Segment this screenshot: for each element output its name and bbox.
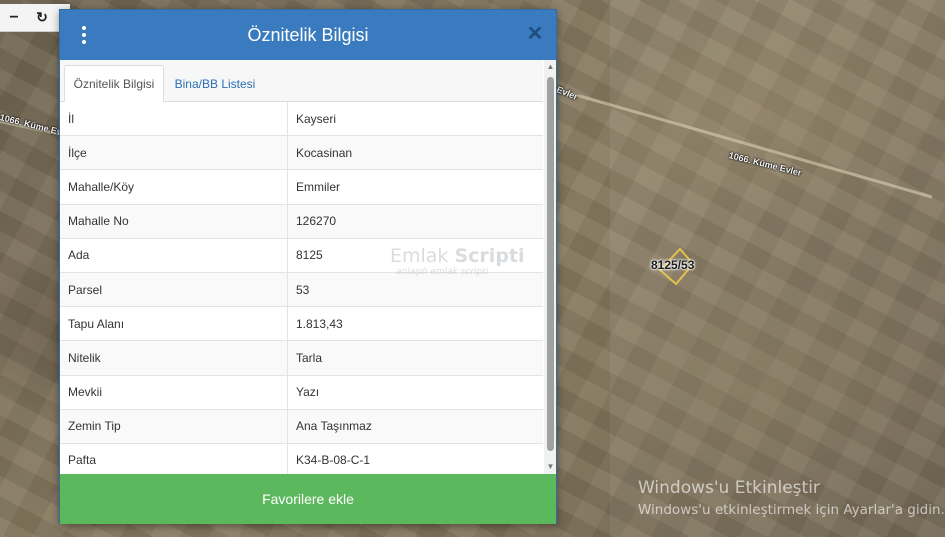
tab-attribute-info[interactable]: Öznitelik Bilgisi — [64, 65, 164, 102]
row-key: Zemin Tip — [60, 409, 288, 443]
table-row: Parsel 53 — [60, 272, 543, 308]
refresh-icon[interactable]: ↻ — [28, 5, 56, 31]
minus-icon[interactable]: − — [0, 5, 28, 31]
table-row: Pafta K34-B-08-C-1 — [60, 443, 543, 474]
row-value: Ana Taşınmaz — [296, 419, 372, 434]
scroll-up-arrow-icon[interactable]: ▲ — [544, 60, 556, 74]
add-to-favorites-button[interactable]: Favorilere ekle — [60, 474, 556, 524]
table-row: İl Kayseri — [60, 102, 543, 137]
row-value: Yazı — [296, 385, 320, 400]
row-key: İl — [60, 102, 288, 136]
row-value: Kayseri — [296, 111, 337, 126]
row-value: 1.813,43 — [296, 316, 343, 331]
row-key: Mahalle No — [60, 204, 288, 238]
windows-activation-watermark: Windows'u Etkinleştir Windows'u etkinleş… — [638, 478, 945, 518]
dialog-body: Öznitelik Bilgisi Bina/BB Listesi İl Kays… — [60, 60, 556, 474]
row-value: Tarla — [296, 350, 323, 365]
table-row: Mahalle No 126270 — [60, 204, 543, 239]
dialog-title: Öznitelik Bilgisi — [247, 24, 369, 45]
tab-building-list[interactable]: Bina/BB Listesi — [164, 65, 266, 102]
row-key: Pafta — [60, 443, 288, 474]
attribute-info-dialog: Öznitelik Bilgisi ✕ Öznitelik Bilgisi Bi… — [59, 9, 557, 524]
row-key: İlçe — [60, 136, 288, 170]
table-row: Nitelik Tarla — [60, 341, 543, 376]
brand-watermark-subtitle: anlaşılı emlak scripti — [396, 267, 489, 277]
tab-bar: Öznitelik Bilgisi Bina/BB Listesi — [60, 60, 543, 102]
row-value: K34-B-08-C-1 — [296, 453, 371, 468]
scroll-down-arrow-icon[interactable]: ▼ — [544, 460, 556, 474]
row-value: 126270 — [296, 214, 337, 229]
row-value: 53 — [296, 282, 310, 297]
table-row: Zemin Tip Ana Taşınmaz — [60, 409, 543, 444]
brand-watermark-title: Emlak — [390, 245, 455, 267]
row-key: Mahalle/Köy — [60, 170, 288, 204]
table-row: İlçe Kocasinan — [60, 136, 543, 171]
dialog-header: Öznitelik Bilgisi ✕ — [60, 10, 556, 60]
watermark-title: Windows'u Etkinleştir — [638, 478, 820, 498]
row-key: Parsel — [60, 272, 288, 307]
parcel-label: 8125/53 — [651, 258, 695, 272]
brand-watermark-title-bold: Scripti — [454, 245, 525, 267]
brand-watermark: Emlak Scripti anlaşılı emlak scripti — [390, 245, 525, 277]
table-row: Mahalle/Köy Emmiler — [60, 170, 543, 205]
vertical-scrollbar[interactable]: ▲ ▼ — [544, 60, 556, 474]
row-key: Tapu Alanı — [60, 307, 288, 341]
kebab-menu-icon[interactable] — [74, 24, 94, 46]
table-row: Tapu Alanı 1.813,43 — [60, 307, 543, 342]
row-key: Nitelik — [60, 341, 288, 375]
attribute-table: İl Kayseri İlçe Kocasinan Mahalle/Köy Emmil… — [60, 102, 543, 474]
row-key: Ada — [60, 238, 288, 272]
row-value: Kocasinan — [296, 145, 353, 160]
scroll-thumb[interactable] — [547, 77, 554, 451]
table-row: Mevkii Yazı — [60, 375, 543, 410]
row-value: Emmiler — [296, 179, 340, 194]
close-icon[interactable]: ✕ — [526, 23, 544, 45]
watermark-subtitle: Windows'u etkinleştirmek için Ayarlar'a … — [638, 502, 945, 518]
row-key: Mevkii — [60, 375, 288, 409]
